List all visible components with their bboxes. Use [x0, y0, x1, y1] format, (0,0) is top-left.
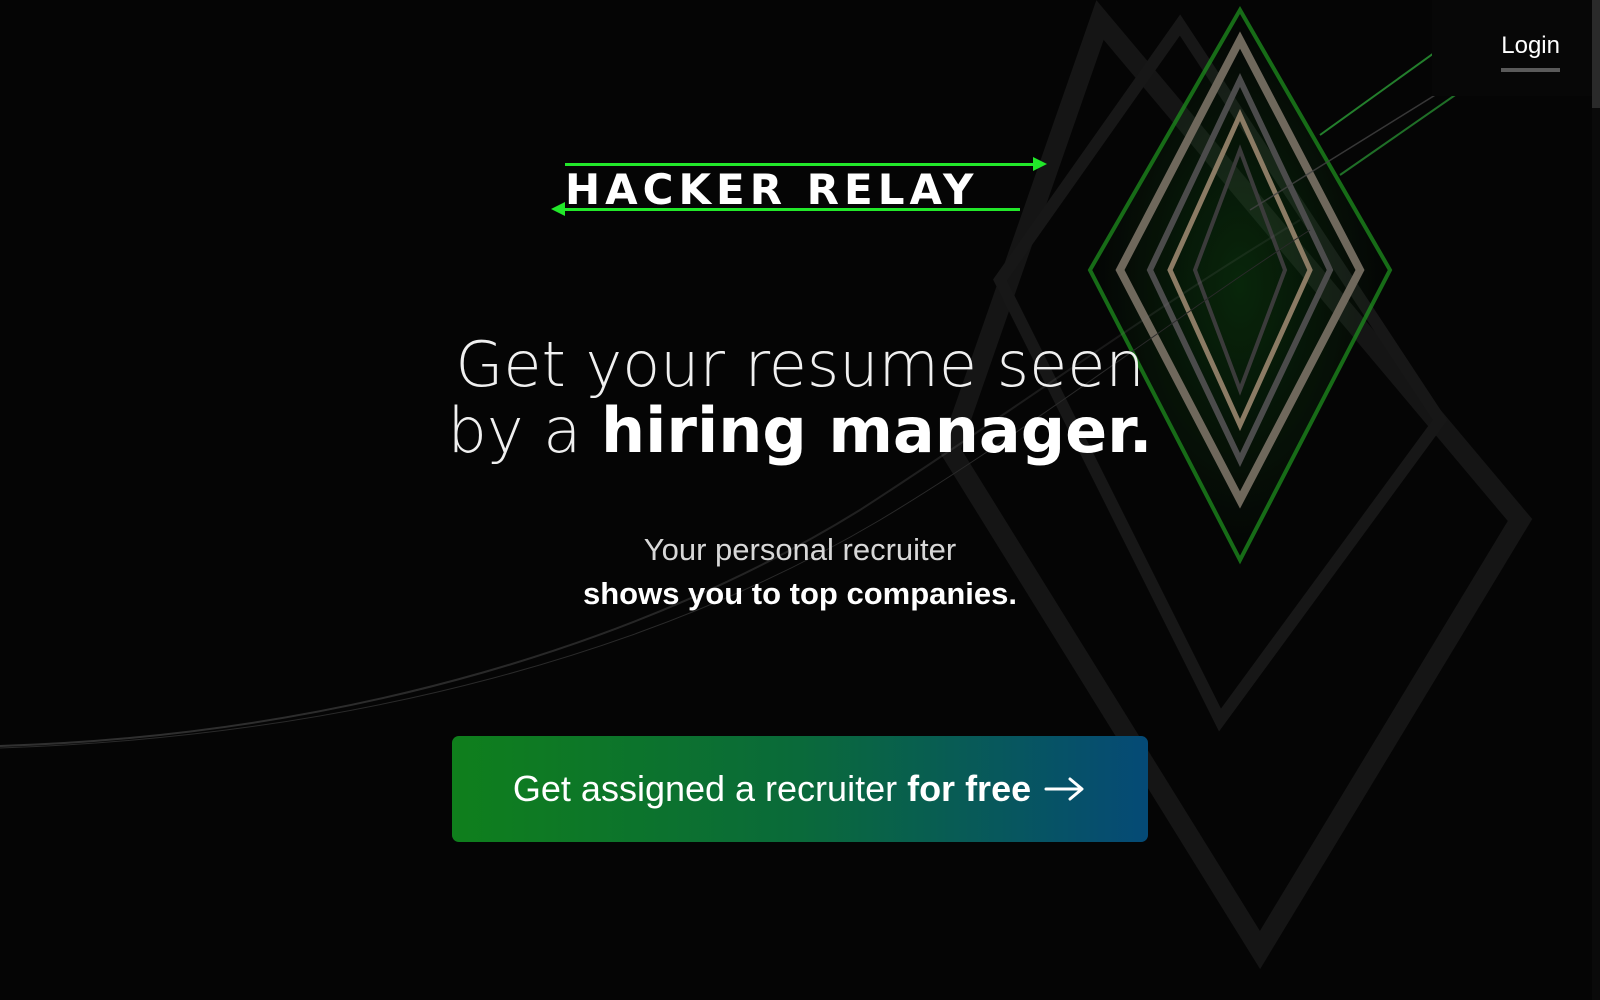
headline-line-1: Get your resume seen — [455, 328, 1145, 401]
logo-left-arrow-icon — [551, 202, 1020, 216]
page-scrollbar[interactable] — [1592, 0, 1600, 1000]
subheadline-line-2: shows you to top companies. — [582, 576, 1018, 611]
cta-label-bold: for free — [907, 768, 1032, 809]
hero-subheadline: Your personal recruiter shows you to top… — [430, 528, 1170, 616]
hero-headline: Get your resume seen by a hiring manager… — [330, 332, 1270, 464]
headline-line-2-bold: hiring manager. — [601, 394, 1153, 467]
brand-name: HACKER RELAY — [565, 165, 979, 214]
background-diamond-art — [0, 0, 1541, 970]
cta-label-normal: Get assigned a recruiter — [512, 768, 898, 809]
brand-logo: HACKER RELAY — [545, 155, 1055, 230]
headline-line-2-normal: by a — [447, 394, 582, 467]
get-recruiter-button[interactable]: Get assigned a recruiter for free — [452, 736, 1148, 842]
landing-page: Login HACKER RELAY Get your resume seen … — [0, 0, 1600, 1000]
arrow-right-icon — [1044, 777, 1084, 801]
login-link[interactable]: Login — [1501, 32, 1560, 72]
subheadline-line-1: Your personal recruiter — [643, 532, 957, 567]
headline-line-2: by a hiring manager. — [330, 398, 1270, 464]
scrollbar-thumb[interactable] — [1592, 0, 1600, 108]
